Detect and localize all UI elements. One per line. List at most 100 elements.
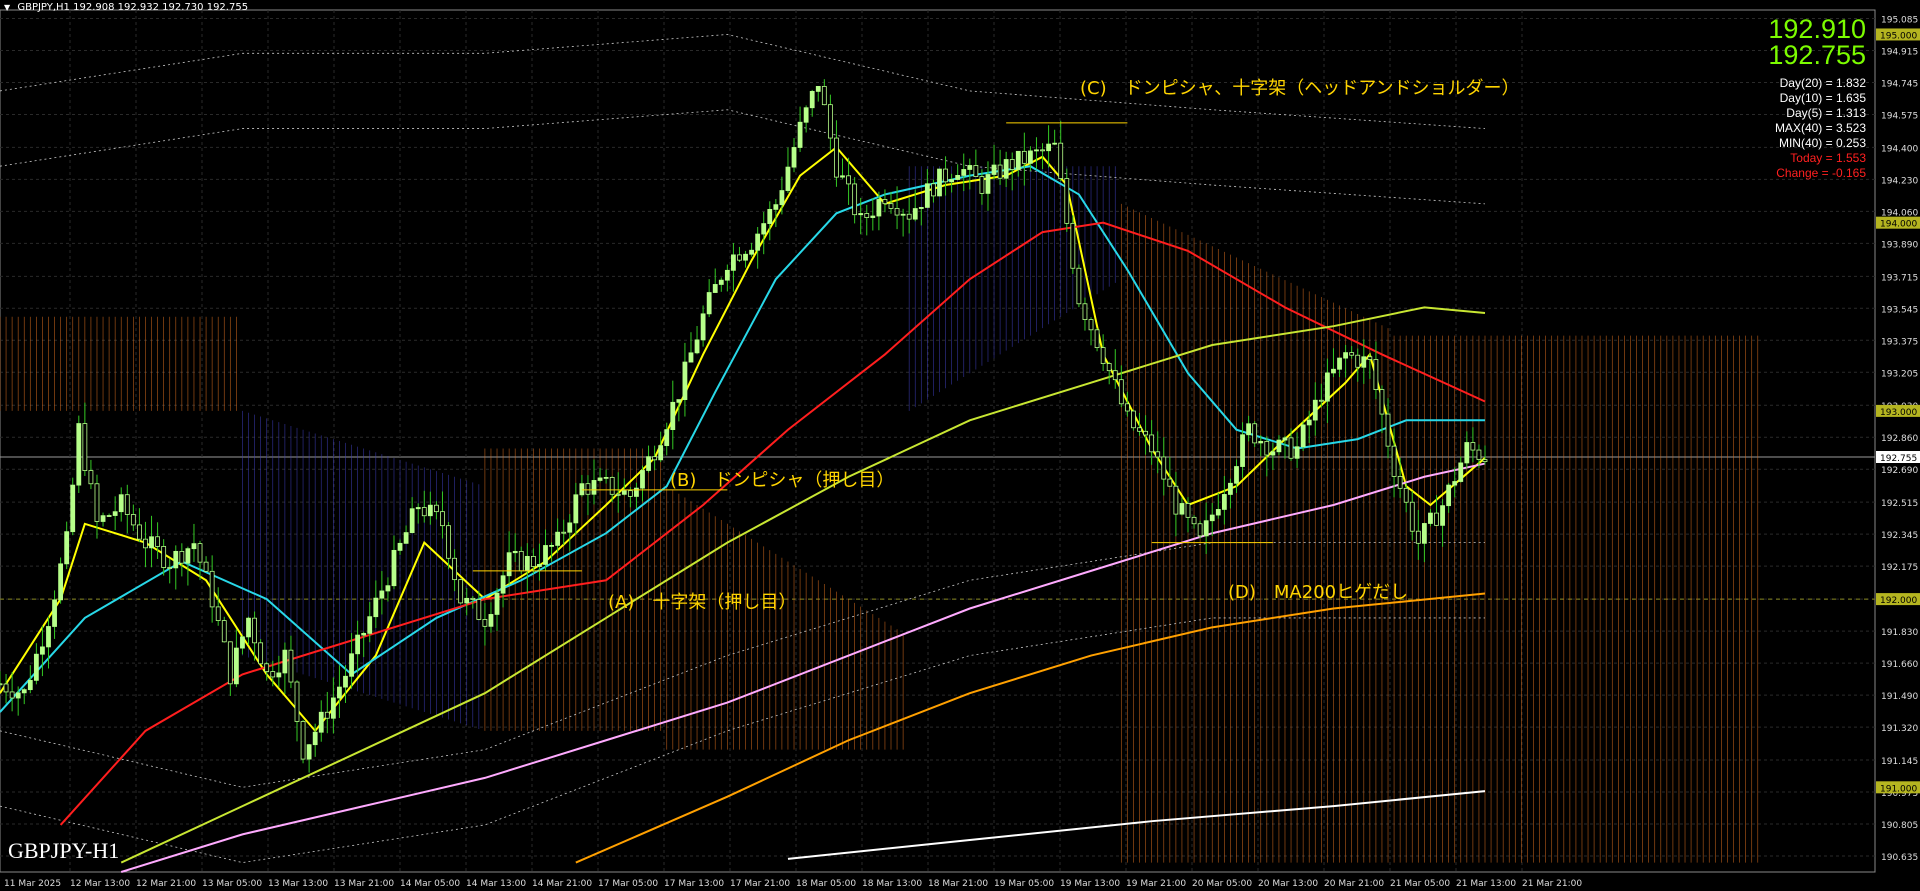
annotation-a: (A) 十字架（押し目） — [608, 592, 797, 613]
annotation-c: (C) ドンピシャ、十字架（ヘッドアンドショルダー） — [1080, 78, 1520, 99]
candle-body — [215, 606, 221, 621]
candle-body — [488, 614, 494, 627]
candle-body — [173, 550, 179, 569]
candle-body — [252, 617, 257, 644]
candle-body — [997, 164, 1003, 179]
candle-body — [288, 649, 294, 683]
x-tick-label: 13 Mar 21:00 — [334, 879, 394, 889]
candle-body — [1282, 437, 1288, 441]
candle-body — [864, 213, 870, 218]
candle-body — [1300, 424, 1306, 448]
x-tick-label: 12 Mar 13:00 — [70, 879, 130, 889]
candle-body — [979, 176, 985, 194]
x-tick-label: 19 Mar 13:00 — [1060, 879, 1120, 889]
candle-body — [3, 683, 9, 693]
candle-body — [1046, 143, 1051, 152]
x-tick-label: 20 Mar 05:00 — [1192, 879, 1252, 889]
y-tick-label: 191.320 — [1881, 724, 1918, 734]
dropdown-arrow-icon[interactable]: ▼ — [4, 3, 10, 12]
candle-body — [1003, 159, 1009, 179]
candle-body — [233, 647, 239, 685]
candle-body — [167, 567, 173, 569]
candle-body — [1167, 478, 1173, 487]
candle-body — [621, 490, 627, 495]
candle-body — [1294, 446, 1300, 459]
candle-body — [882, 199, 888, 205]
stat-max40: MAX(40) = 3.523 — [1774, 121, 1866, 135]
candle-body — [967, 165, 973, 170]
candle-body — [391, 549, 397, 587]
candle-body — [367, 616, 373, 634]
candle-body — [246, 617, 251, 638]
candle-body — [815, 86, 821, 92]
candle-body — [1021, 150, 1027, 164]
candle-body — [1391, 445, 1397, 477]
candle-body — [985, 174, 991, 194]
candle-body — [500, 575, 506, 594]
candle-body — [931, 183, 936, 197]
candle-body — [203, 561, 209, 572]
x-tick-label: 17 Mar 21:00 — [730, 879, 790, 889]
candle-body — [337, 686, 342, 699]
candle-body — [961, 169, 967, 176]
candle-body — [1155, 451, 1161, 458]
x-tick-label: 21 Mar 05:00 — [1390, 879, 1450, 889]
y-tick-label: 193.375 — [1881, 337, 1918, 347]
candle-body — [712, 284, 718, 293]
x-tick-label: 13 Mar 13:00 — [268, 879, 328, 889]
y-tick-label: 193.715 — [1881, 273, 1918, 283]
candle-body — [94, 483, 100, 522]
candle-body — [924, 183, 930, 208]
candle-body — [918, 207, 924, 209]
candle-body — [870, 215, 876, 218]
candle-body — [409, 508, 415, 533]
candle-body — [1028, 150, 1033, 164]
candle-body — [658, 445, 664, 461]
candle-body — [1034, 149, 1039, 152]
candle-body — [785, 166, 791, 191]
candle-body — [700, 313, 706, 341]
x-tick-label: 20 Mar 13:00 — [1258, 879, 1318, 889]
candle-body — [731, 254, 736, 271]
candle-body — [482, 619, 488, 627]
candle-body — [549, 545, 554, 547]
candle-body — [676, 399, 682, 403]
price-chart[interactable]: 195.085 194.915 194.745 194.575 194.400 194.2… — [0, 0, 1920, 891]
candle-body — [1179, 503, 1185, 515]
candle-body — [555, 531, 561, 546]
candle-body — [46, 626, 51, 648]
ask-price: 192.755 — [1768, 40, 1866, 70]
candle-body — [603, 477, 609, 479]
candle-body — [179, 550, 185, 564]
candle-body — [827, 104, 833, 139]
candle-body — [155, 536, 160, 547]
chart-header: ▼ GBPJPY,H1 192.908 192.932 192.730 192.… — [4, 2, 248, 13]
candle-body — [270, 671, 276, 678]
candle-body — [761, 223, 767, 235]
candle-body — [143, 538, 148, 549]
candle-body — [1415, 530, 1421, 544]
x-tick-label: 18 Mar 05:00 — [796, 879, 856, 889]
candle-body — [21, 689, 27, 694]
candle-body — [1221, 494, 1227, 510]
candle-body — [1246, 423, 1252, 436]
x-tick-label: 12 Mar 21:00 — [136, 879, 196, 889]
bollinger-lower — [0, 617, 1485, 863]
candle-body — [240, 636, 245, 649]
candle-body — [1355, 354, 1361, 368]
y-tick-label: 192.690 — [1881, 466, 1918, 476]
candle-body — [755, 233, 761, 251]
candle-body — [652, 456, 658, 461]
y-tick-label: 191.490 — [1881, 692, 1918, 702]
candle-body — [361, 632, 367, 636]
bollinger-upper — [0, 109, 1486, 205]
candle-body — [209, 570, 215, 608]
candle-body — [1149, 434, 1155, 453]
candle-body — [1234, 466, 1239, 484]
candle-body — [773, 204, 779, 210]
y-tick-label: 193.205 — [1881, 369, 1918, 379]
candle-body — [991, 164, 997, 175]
candle-body — [421, 507, 427, 517]
candle-body — [1197, 523, 1203, 537]
y-tick-label: 192.175 — [1881, 563, 1918, 573]
